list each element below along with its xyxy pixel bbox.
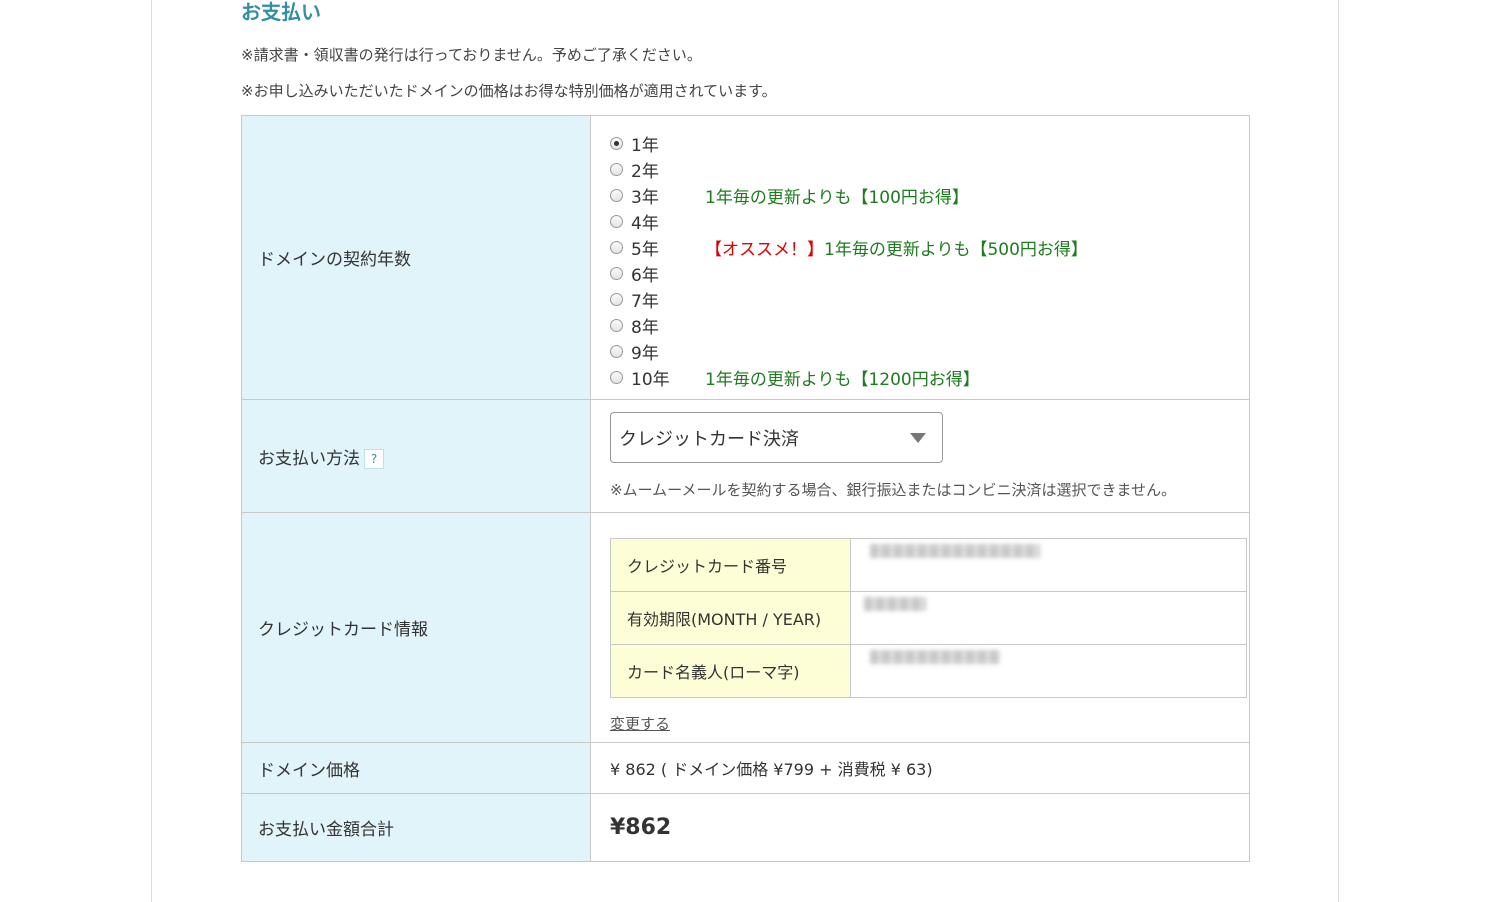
card-expiry-row: 有効期限(MONTH / YEAR) [610,591,1247,645]
year-offer: 【オススメ！】1年毎の更新よりも【500円お得】 [705,235,1088,260]
year-radio[interactable] [610,292,623,306]
year-label: 5年 [631,239,659,260]
year-offer-text: 1年毎の更新よりも【100円お得】 [705,187,969,208]
year-radio[interactable] [610,188,623,202]
card-expiry-label: 有効期限(MONTH / YEAR) [610,591,851,645]
contract-years-cell: 1年 2年 3年 1年毎の更新よりも【100円お得】 4年 5年 【オススメ！】1年毎の更新… [590,115,1250,400]
year-radio[interactable] [610,318,623,332]
payment-method-label: お支払い方法 [258,448,360,469]
domain-price-value: ¥ 862 ( ドメイン価格 ¥799 + 消費税 ¥ 63) [590,742,1250,794]
payment-method-note: ※ムームーメールを契約する場合、銀行振込またはコンビニ決済は選択できません。 [610,481,1177,499]
year-label: 10年 [631,369,670,390]
special-price-note: ※お申し込みいただいたドメインの価格はお得な特別価格が適用されています。 [241,82,777,100]
domain-price-row: ドメイン価格 ¥ 862 ( ドメイン価格 ¥799 + 消費税 ¥ 63) [241,742,1250,794]
help-icon[interactable]: ? [364,448,384,469]
section-title: お支払い [241,0,321,24]
year-option[interactable]: 8年 [610,312,1249,338]
credit-card-label: クレジットカード情報 [241,512,591,743]
card-number-value [850,538,1247,592]
contract-years-row: ドメインの契約年数 1年 2年 3年 1年毎の更新よりも【100円お得】 4年 5年 【オス… [241,115,1250,400]
year-radio[interactable] [610,240,623,254]
recommended-tag: 【オススメ！】 [705,239,824,260]
year-label: 7年 [631,291,659,312]
year-radio[interactable] [610,266,623,280]
year-radio[interactable] [610,344,623,358]
year-offer: 1年毎の更新よりも【1200円お得】 [705,365,980,390]
credit-card-table: クレジットカード番号 有効期限(MONTH / YEAR) カード名義人(ローマ… [610,538,1247,698]
year-option[interactable]: 10年 1年毎の更新よりも【1200円お得】 [610,364,1249,390]
credit-card-cell: クレジットカード番号 有効期限(MONTH / YEAR) カード名義人(ローマ… [590,512,1250,743]
year-option[interactable]: 1年 [610,130,1249,156]
year-label: 8年 [631,317,659,338]
card-holder-value [850,644,1247,698]
payment-method-row: お支払い方法? クレジットカード決済 ※ムームーメールを契約する場合、銀行振込ま… [241,399,1250,513]
year-option[interactable]: 4年 [610,208,1249,234]
payment-method-header: お支払い方法? [241,399,591,513]
year-option[interactable]: 2年 [610,156,1249,182]
contract-years-label: ドメインの契約年数 [241,115,591,400]
card-number-row: クレジットカード番号 [610,538,1247,592]
year-radio[interactable] [610,162,623,176]
credit-card-row: クレジットカード情報 クレジットカード番号 有効期限(MONTH / YEAR)… [241,512,1250,743]
contract-years-options: 1年 2年 3年 1年毎の更新よりも【100円お得】 4年 5年 【オススメ！】1年毎の更新… [610,116,1249,390]
year-label: 3年 [631,187,659,208]
total-row: お支払い金額合計 ¥862 [241,793,1250,862]
payment-method-select[interactable]: クレジットカード決済 [610,412,943,463]
year-option[interactable]: 3年 1年毎の更新よりも【100円お得】 [610,182,1249,208]
card-number-label: クレジットカード番号 [610,538,851,592]
year-offer-text: 1年毎の更新よりも【500円お得】 [824,239,1088,260]
year-option[interactable]: 6年 [610,260,1249,286]
year-radio[interactable] [610,214,623,228]
change-card-link[interactable]: 変更する [610,713,670,734]
year-label: 6年 [631,265,659,286]
total-label: お支払い金額合計 [241,793,591,862]
year-offer-text: 1年毎の更新よりも【1200円お得】 [705,369,980,390]
year-option[interactable]: 5年 【オススメ！】1年毎の更新よりも【500円お得】 [610,234,1249,260]
radio-selected-dot [614,140,619,146]
card-expiry-value [850,591,1247,645]
card-holder-label: カード名義人(ローマ字) [610,644,851,698]
payment-method-cell: クレジットカード決済 ※ムームーメールを契約する場合、銀行振込またはコンビニ決済… [590,399,1250,513]
invoice-note: ※請求書・領収書の発行は行っておりません。予めご了承ください。 [241,46,702,64]
year-label: 4年 [631,213,659,234]
year-option[interactable]: 7年 [610,286,1249,312]
year-label: 9年 [631,343,659,364]
year-radio[interactable] [610,370,623,384]
dropdown-arrow-icon [910,432,926,443]
year-option[interactable]: 9年 [610,338,1249,364]
masked-card-number [870,543,1040,558]
payment-table: ドメインの契約年数 1年 2年 3年 1年毎の更新よりも【100円お得】 4年 5年 【オス… [241,115,1250,862]
masked-card-expiry [864,596,926,611]
total-value: ¥862 [590,793,1250,862]
year-radio[interactable] [610,136,623,150]
domain-price-label: ドメイン価格 [241,742,591,794]
masked-card-holder [870,649,1000,664]
card-holder-row: カード名義人(ローマ字) [610,644,1247,698]
payment-method-selected: クレジットカード決済 [619,428,799,450]
year-label: 1年 [631,135,659,156]
year-offer: 1年毎の更新よりも【100円お得】 [705,183,969,208]
year-label: 2年 [631,161,659,182]
